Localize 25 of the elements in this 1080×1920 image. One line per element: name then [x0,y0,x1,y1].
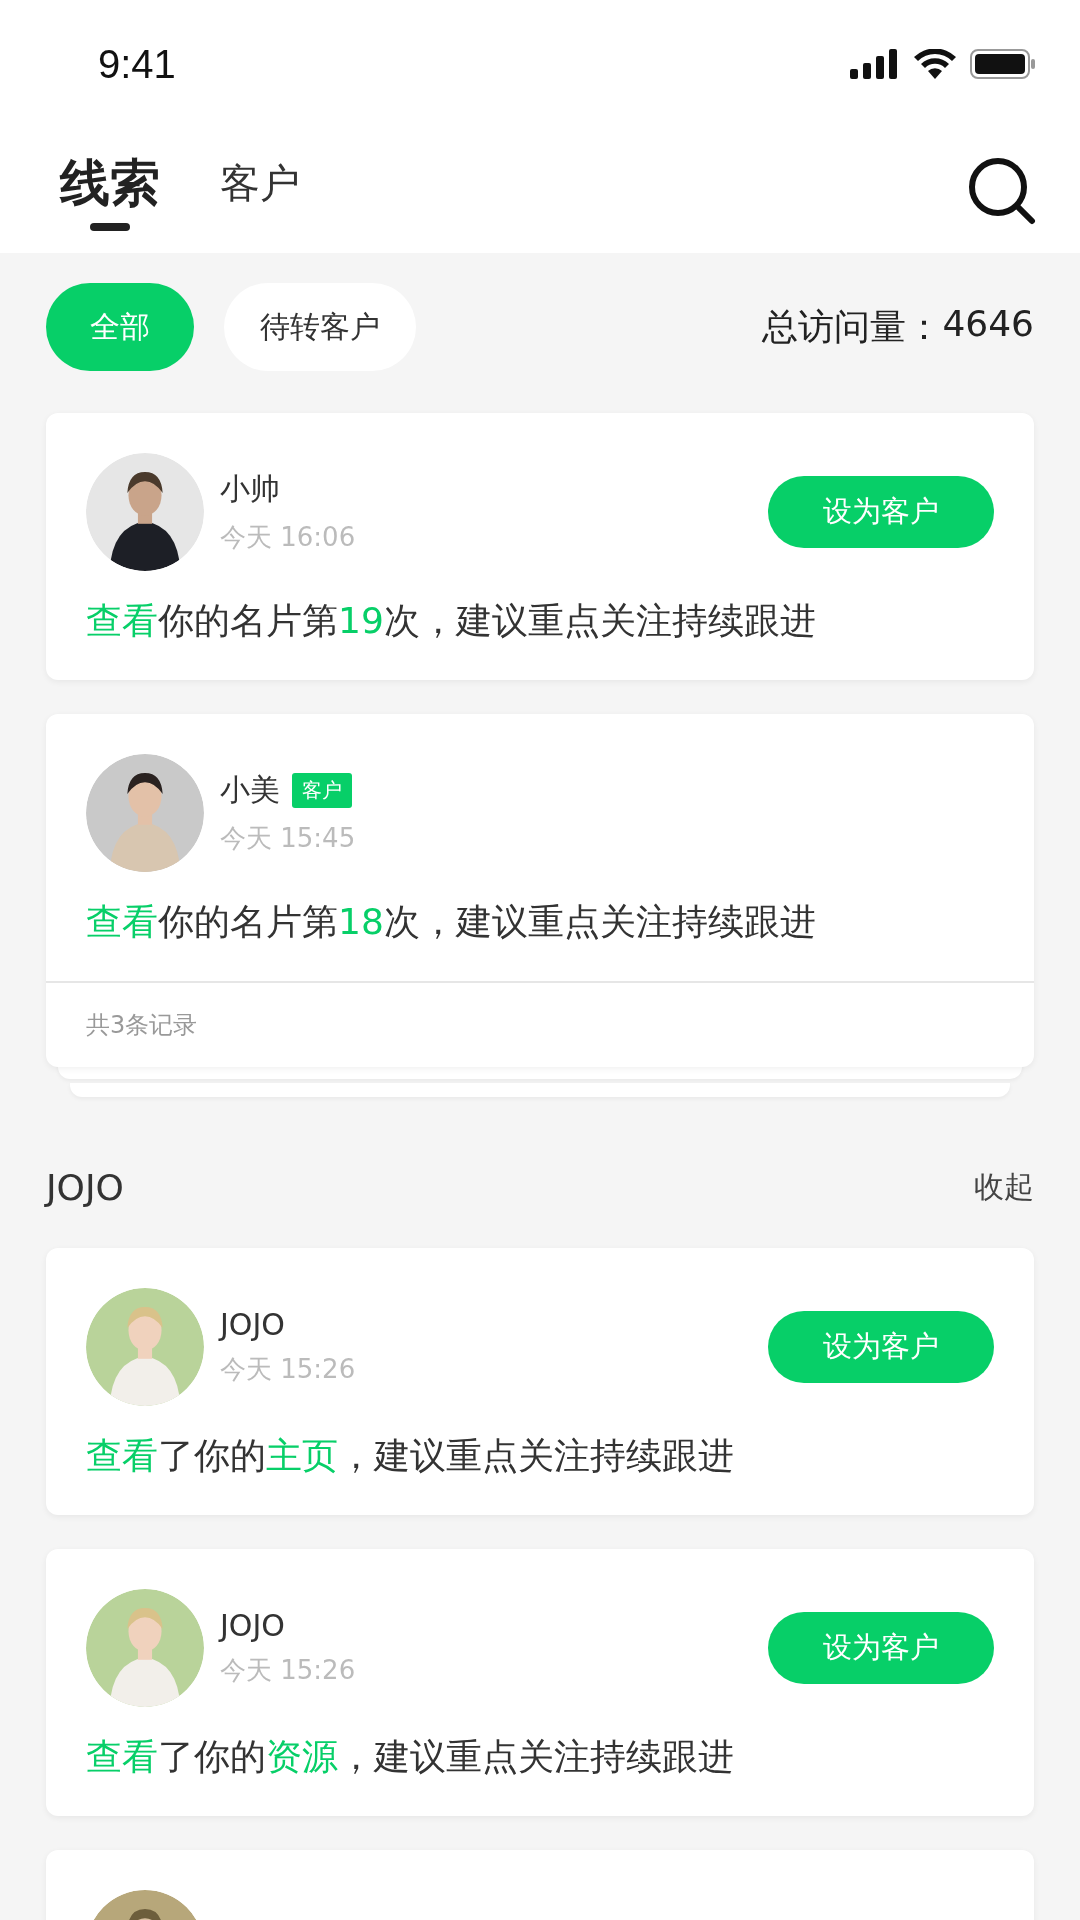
collapse-button[interactable]: 收起 [974,1167,1034,1208]
visit-time: 今天 15:45 [220,822,357,855]
visit-time: 今天 16:06 [220,521,357,554]
search-icon[interactable] [968,156,1036,225]
group-title: JOJO [46,1167,124,1208]
total-visits-label: 总访问量： [762,304,943,349]
contact-name: 小美 [220,771,280,809]
activity-message: 查看你的名片第19次，建议重点关注持续跟进 [86,599,817,643]
activity-message: 查看了你的资源，建议重点关注持续跟进 [86,1735,735,1779]
contact-name: JOJO [220,1307,285,1342]
visit-time: 今天 15:26 [220,1654,357,1687]
activity-message: 查看你的名片第18次，建议重点关注持续跟进 [86,900,817,944]
total-visits-value: 4646 [942,302,1034,346]
status-time: 9:41 [98,41,176,87]
visit-time: 今天 15:26 [220,1353,357,1386]
filter-chip[interactable]: 待转客户 [224,283,416,371]
tab[interactable]: 线索 [60,150,160,231]
contact-name: 小帅 [220,470,280,508]
signal-icon [850,49,900,79]
tab[interactable]: 客户 [220,156,300,225]
activity-message: 查看了你的主页，建议重点关注持续跟进 [86,1434,735,1478]
battery-icon [970,49,1036,79]
contact-name: JOJO [220,1608,285,1643]
wifi-icon [914,49,956,79]
customer-tag: 客户 [292,773,352,808]
